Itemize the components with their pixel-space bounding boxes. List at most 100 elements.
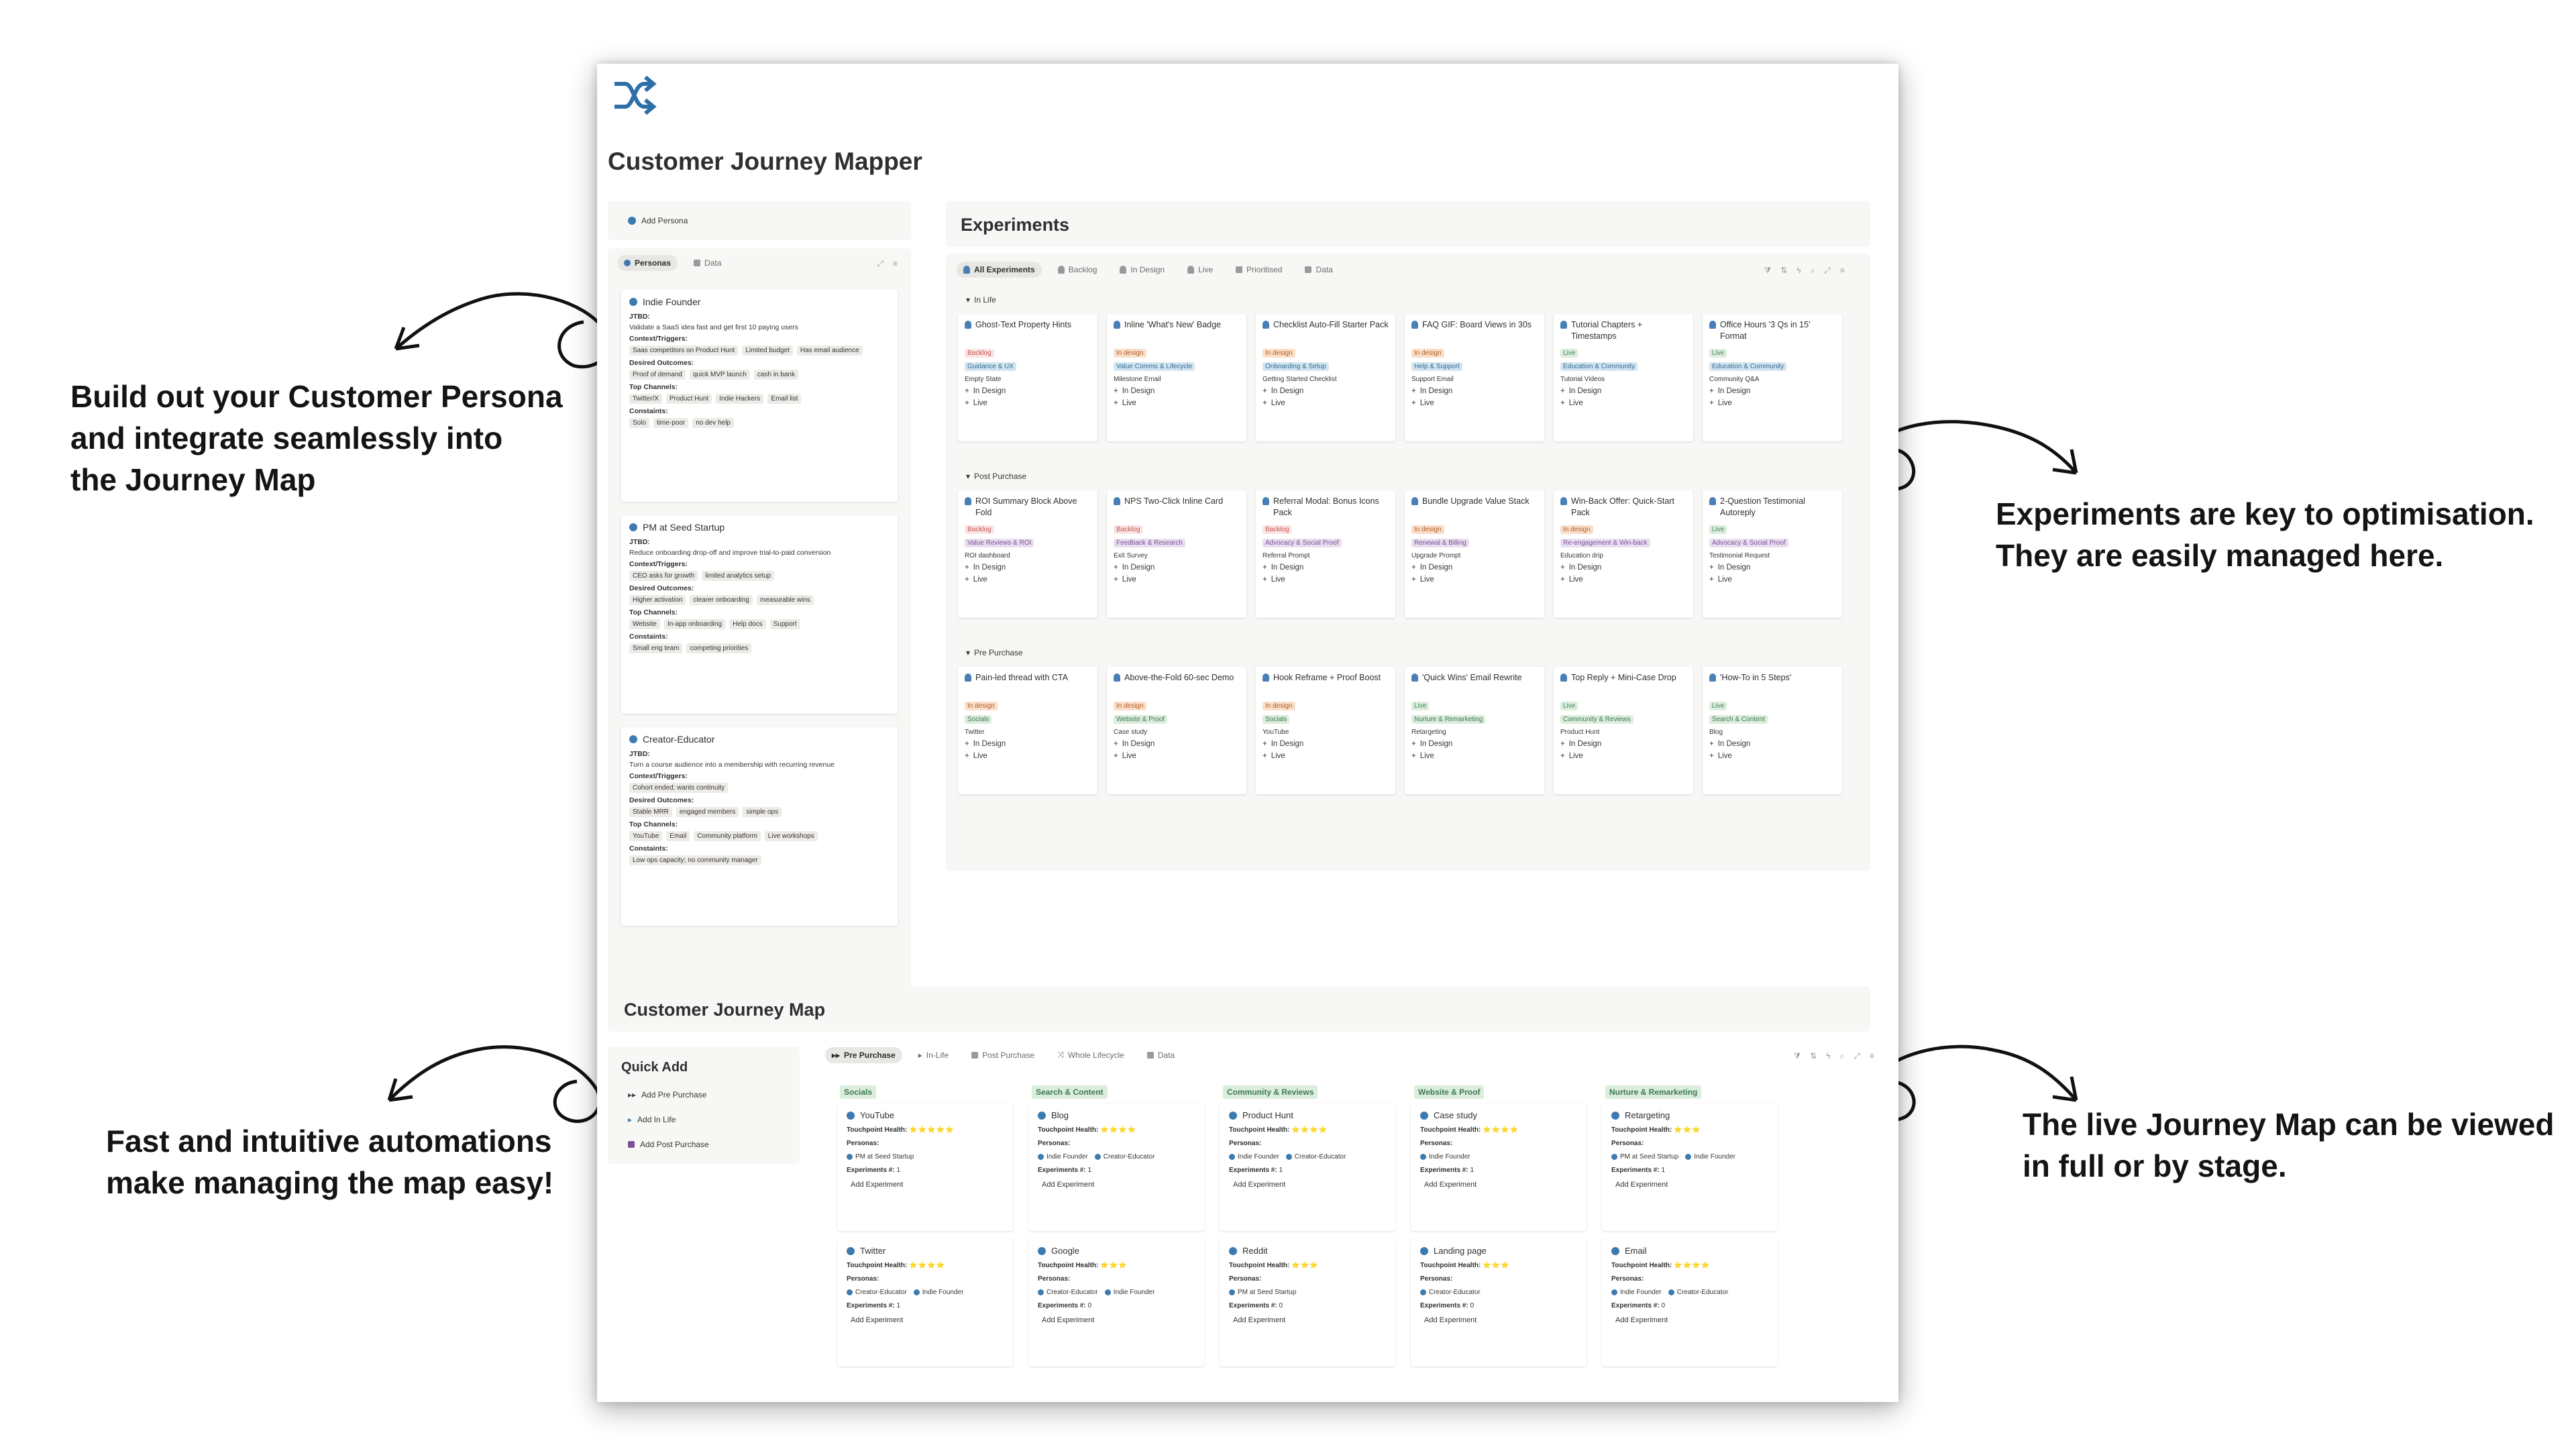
group-pre-purchase[interactable]: ▾ Pre Purchase	[966, 648, 1023, 657]
add-experiment-button[interactable]: Add Experiment	[1229, 1181, 1386, 1189]
persona-chip[interactable]: PM at Seed Startup	[1611, 1153, 1678, 1161]
persona-chip[interactable]: Creator-Educator	[1038, 1289, 1098, 1296]
move-to-live-button[interactable]: + Live	[1411, 399, 1538, 407]
expand-icon[interactable]: ⤢	[1854, 1051, 1860, 1061]
move-to-live-button[interactable]: + Live	[1709, 399, 1835, 407]
move-to-design-button[interactable]: + In Design	[1114, 387, 1240, 395]
tab-whole-lifecycle[interactable]: ⤨ Whole Lifecycle	[1051, 1046, 1131, 1063]
tab-in-life[interactable]: ▸ In-Life	[912, 1047, 955, 1063]
move-to-live-button[interactable]: + Live	[965, 399, 1091, 407]
automation-icon[interactable]: ϟ	[1796, 266, 1801, 276]
touchpoint-card[interactable]: Case study Touchpoint Health: ⭐⭐⭐⭐ Perso…	[1411, 1104, 1587, 1231]
touchpoint-card[interactable]: Landing page Touchpoint Health: ⭐⭐⭐ Pers…	[1411, 1239, 1587, 1366]
tab-all-experiments[interactable]: All Experiments	[957, 262, 1042, 278]
add-pre-purchase-button[interactable]: ▸▸ Add Pre Purchase	[628, 1090, 706, 1099]
expand-icon[interactable]: ⤢	[877, 259, 883, 269]
persona-chip[interactable]: Creator-Educator	[1420, 1289, 1481, 1296]
experiment-card[interactable]: Ghost-Text Property Hints Backlog Guidan…	[958, 314, 1097, 441]
search-icon[interactable]: ⌕	[1840, 1051, 1845, 1061]
move-to-design-button[interactable]: + In Design	[965, 740, 1091, 748]
move-to-live-button[interactable]: + Live	[965, 752, 1091, 760]
experiment-card[interactable]: Checklist Auto-Fill Starter Pack In desi…	[1256, 314, 1395, 441]
experiment-card[interactable]: NPS Two-Click Inline Card Backlog Feedba…	[1107, 490, 1246, 618]
experiment-card[interactable]: Hook Reframe + Proof Boost In design Soc…	[1256, 667, 1395, 794]
move-to-design-button[interactable]: + In Design	[1411, 564, 1538, 572]
experiment-card[interactable]: 2-Question Testimonial Autoreply Live Ad…	[1703, 490, 1842, 618]
persona-chip[interactable]: Indie Founder	[1038, 1153, 1088, 1161]
persona-chip[interactable]: Indie Founder	[1611, 1289, 1662, 1296]
filter-icon[interactable]: ⧩	[1794, 1051, 1801, 1061]
experiment-card[interactable]: Referral Modal: Bonus Icons Pack Backlog…	[1256, 490, 1395, 618]
persona-card[interactable]: PM at Seed Startup JTBD: Reduce onboardi…	[621, 515, 898, 714]
move-to-live-button[interactable]: + Live	[1560, 752, 1686, 760]
sort-icon[interactable]: ⇅	[1780, 266, 1787, 276]
move-to-live-button[interactable]: + Live	[1114, 399, 1240, 407]
move-to-live-button[interactable]: + Live	[1263, 752, 1389, 760]
add-persona-button[interactable]: Add Persona	[628, 216, 688, 225]
group-post-purchase[interactable]: ▾ Post Purchase	[966, 472, 1026, 481]
move-to-design-button[interactable]: + In Design	[1709, 564, 1835, 572]
persona-chip[interactable]: Creator-Educator	[1668, 1289, 1728, 1296]
tab-data[interactable]: Data	[1140, 1047, 1181, 1063]
add-experiment-button[interactable]: Add Experiment	[847, 1316, 1004, 1324]
persona-chip[interactable]: Creator-Educator	[847, 1289, 907, 1296]
persona-chip[interactable]: PM at Seed Startup	[847, 1153, 914, 1161]
move-to-design-button[interactable]: + In Design	[965, 564, 1091, 572]
persona-card[interactable]: Creator-Educator JTBD: Turn a course aud…	[621, 727, 898, 926]
tab-prioritised[interactable]: Prioritised	[1229, 262, 1289, 278]
persona-chip[interactable]: Indie Founder	[1685, 1153, 1735, 1161]
group-in-life[interactable]: ▾ In Life	[966, 295, 996, 305]
automation-icon[interactable]: ϟ	[1826, 1051, 1830, 1061]
experiment-card[interactable]: Top Reply + Mini-Case Drop Live Communit…	[1554, 667, 1693, 794]
more-icon[interactable]: ≡	[1870, 1051, 1874, 1061]
experiment-card[interactable]: 'Quick Wins' Email Rewrite Live Nurture …	[1405, 667, 1544, 794]
experiment-card[interactable]: Tutorial Chapters + Timestamps Live Educ…	[1554, 314, 1693, 441]
touchpoint-card[interactable]: Retargeting Touchpoint Health: ⭐⭐⭐ Perso…	[1602, 1104, 1778, 1231]
touchpoint-card[interactable]: YouTube Touchpoint Health: ⭐⭐⭐⭐⭐ Persona…	[837, 1104, 1013, 1231]
move-to-live-button[interactable]: + Live	[1560, 576, 1686, 584]
experiment-card[interactable]: 'How-To in 5 Steps' Live Search & Conten…	[1703, 667, 1842, 794]
tab-in-design[interactable]: In Design	[1113, 262, 1171, 278]
experiment-card[interactable]: Bundle Upgrade Value Stack In design Ren…	[1405, 490, 1544, 618]
add-experiment-button[interactable]: Add Experiment	[847, 1181, 1004, 1189]
persona-chip[interactable]: PM at Seed Startup	[1229, 1289, 1296, 1296]
move-to-design-button[interactable]: + In Design	[1560, 564, 1686, 572]
move-to-design-button[interactable]: + In Design	[1709, 740, 1835, 748]
add-experiment-button[interactable]: Add Experiment	[1611, 1181, 1768, 1189]
tab-backlog[interactable]: Backlog	[1051, 262, 1104, 278]
tab-live[interactable]: Live	[1181, 262, 1220, 278]
move-to-design-button[interactable]: + In Design	[965, 387, 1091, 395]
touchpoint-card[interactable]: Reddit Touchpoint Health: ⭐⭐⭐ Personas: …	[1220, 1239, 1395, 1366]
move-to-design-button[interactable]: + In Design	[1263, 740, 1389, 748]
persona-chip[interactable]: Indie Founder	[913, 1289, 963, 1296]
move-to-live-button[interactable]: + Live	[1114, 576, 1240, 584]
experiment-card[interactable]: ROI Summary Block Above Fold Backlog Val…	[958, 490, 1097, 618]
move-to-design-button[interactable]: + In Design	[1709, 387, 1835, 395]
experiment-card[interactable]: Office Hours '3 Qs in 15' Format Live Ed…	[1703, 314, 1842, 441]
filter-icon[interactable]: ⧩	[1764, 266, 1772, 276]
move-to-live-button[interactable]: + Live	[1263, 576, 1389, 584]
touchpoint-card[interactable]: Blog Touchpoint Health: ⭐⭐⭐⭐ Personas: I…	[1028, 1104, 1204, 1231]
add-in-life-button[interactable]: ▸ Add In Life	[628, 1115, 676, 1124]
add-experiment-button[interactable]: Add Experiment	[1420, 1316, 1577, 1324]
tab-data[interactable]: Data	[687, 255, 728, 271]
experiment-card[interactable]: FAQ GIF: Board Views in 30s In design He…	[1405, 314, 1544, 441]
add-experiment-button[interactable]: Add Experiment	[1229, 1316, 1386, 1324]
move-to-live-button[interactable]: + Live	[1263, 399, 1389, 407]
add-post-purchase-button[interactable]: Add Post Purchase	[628, 1140, 709, 1149]
tab-personas[interactable]: Personas	[617, 255, 678, 271]
experiment-card[interactable]: Pain-led thread with CTA In design Socia…	[958, 667, 1097, 794]
move-to-design-button[interactable]: + In Design	[1263, 564, 1389, 572]
experiment-card[interactable]: Inline 'What's New' Badge In design Valu…	[1107, 314, 1246, 441]
more-icon[interactable]: ≡	[1840, 266, 1845, 276]
experiment-card[interactable]: Above-the-Fold 60-sec Demo In design Web…	[1107, 667, 1246, 794]
move-to-live-button[interactable]: + Live	[1560, 399, 1686, 407]
persona-chip[interactable]: Creator-Educator	[1285, 1153, 1346, 1161]
sort-icon[interactable]: ⇅	[1810, 1051, 1817, 1061]
touchpoint-card[interactable]: Twitter Touchpoint Health: ⭐⭐⭐⭐ Personas…	[837, 1239, 1013, 1366]
persona-chip[interactable]: Indie Founder	[1420, 1153, 1470, 1161]
tab-pre-purchase[interactable]: ▸▸ Pre Purchase	[825, 1046, 902, 1063]
expand-icon[interactable]: ⤢	[1824, 266, 1831, 276]
experiment-card[interactable]: Win-Back Offer: Quick-Start Pack In desi…	[1554, 490, 1693, 618]
touchpoint-card[interactable]: Google Touchpoint Health: ⭐⭐⭐ Personas: …	[1028, 1239, 1204, 1366]
